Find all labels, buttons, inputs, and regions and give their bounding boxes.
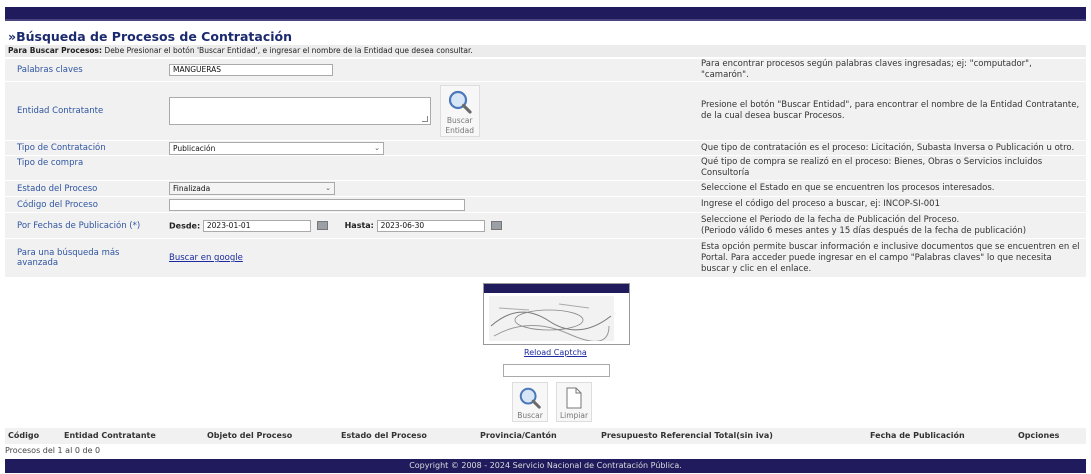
contract-type-label: Tipo de Contratación — [5, 141, 165, 155]
row-entity: Entidad Contratante Buscar Entidad Presi… — [5, 82, 1086, 140]
search-button-label: Buscar — [517, 411, 543, 420]
top-banner-bar — [5, 7, 1086, 21]
code-input[interactable] — [169, 198, 465, 211]
col-fecha: Fecha de Publicación — [870, 431, 965, 440]
status-select[interactable]: Finalizada ⌄ — [169, 182, 335, 195]
row-contract-type: Tipo de Contratación Publicación ⌄ Que ti… — [5, 141, 1086, 155]
clear-button-label: Limpiar — [559, 411, 589, 420]
resize-grip-icon[interactable] — [422, 116, 428, 122]
contract-type-select[interactable]: Publicación ⌄ — [169, 141, 384, 155]
captcha-header-bar — [484, 284, 629, 293]
magnifier-icon — [448, 90, 472, 114]
date-to-label: Hasta: — [344, 221, 374, 230]
clear-button[interactable]: Limpiar — [556, 382, 592, 422]
status-hint: Seleccione el Estado en que se encuentre… — [697, 181, 1086, 196]
captcha-input[interactable] — [503, 364, 610, 377]
calendar-icon[interactable] — [490, 221, 502, 230]
instructions-bold: Para Buscar Procesos: — [8, 46, 103, 55]
col-opciones: Opciones — [1018, 431, 1060, 440]
results-count: Procesos del 1 al 0 de 0 — [5, 446, 101, 455]
row-purchase-type: Tipo de compra Qué tipo de compra se rea… — [5, 156, 1086, 180]
calendar-icon[interactable] — [316, 221, 328, 230]
row-advanced: Para una búsqueda más avanzada Buscar en… — [5, 239, 1086, 277]
entity-textarea[interactable] — [169, 97, 431, 125]
keywords-hint: Para encontrar procesos según palabras c… — [697, 59, 1086, 81]
search-entity-label-1: Buscar — [446, 116, 473, 125]
dates-hint-2: (Periodo válido 6 meses antes y 15 días … — [701, 225, 1027, 236]
advanced-hint: Esta opción permite buscar información e… — [697, 239, 1086, 277]
purchase-type-hint: Qué tipo de compra se realizó en el proc… — [697, 156, 1086, 180]
date-from-label: Desde: — [169, 221, 201, 230]
keywords-label: Palabras claves — [5, 59, 165, 81]
code-label: Código del Proceso — [5, 197, 165, 212]
footer: Copyright © 2008 - 2024 Servicio Naciona… — [5, 459, 1086, 473]
instructions-text: Debe Presionar el botón 'Buscar Entidad'… — [102, 46, 473, 55]
search-form: Palabras claves MANGUERAS Para encontrar… — [5, 58, 1086, 278]
purchase-type-label: Tipo de compra — [5, 156, 165, 180]
search-entity-label-2: Entidad — [445, 126, 475, 135]
magnifier-icon — [519, 387, 541, 409]
col-estado: Estado del Proceso — [341, 431, 427, 440]
status-value: Finalizada — [173, 184, 211, 193]
row-code: Código del Proceso Ingrese el código del… — [5, 197, 1086, 212]
col-provincia: Provincia/Cantón — [480, 431, 557, 440]
dates-label: Por Fechas de Publicación (*) — [5, 213, 165, 238]
entity-label: Entidad Contratante — [5, 82, 165, 140]
entity-hint: Presione el botón "Buscar Entidad", para… — [697, 82, 1086, 140]
search-entity-button[interactable]: Buscar Entidad — [439, 85, 480, 137]
instructions: Para Buscar Procesos: Debe Presionar el … — [5, 45, 1086, 57]
col-objeto: Objeto del Proceso — [207, 431, 293, 440]
row-dates: Por Fechas de Publicación (*) Desde: 202… — [5, 213, 1086, 238]
page-title: »Búsqueda de Procesos de Contratación — [8, 29, 293, 44]
date-to-input[interactable]: 2023-06-30 — [376, 219, 485, 232]
advanced-label: Para una búsqueda más avanzada — [5, 239, 165, 277]
chevron-down-icon: ⌄ — [374, 143, 380, 152]
col-presupuesto: Presupuesto Referencial Total(sin iva) — [601, 431, 773, 440]
results-table-header: Código Entidad Contratante Objeto del Pr… — [5, 428, 1086, 444]
top-banner — [0, 0, 1091, 26]
captcha-image — [489, 296, 614, 342]
col-codigo: Código — [8, 431, 40, 440]
chevron-down-icon: ⌄ — [325, 184, 331, 192]
search-button[interactable]: Buscar — [512, 382, 548, 422]
status-label: Estado del Proceso — [5, 181, 165, 196]
google-search-link[interactable]: Buscar en google — [169, 253, 243, 263]
contract-type-value: Publicación — [173, 143, 216, 153]
keywords-input[interactable]: MANGUERAS — [169, 64, 333, 76]
captcha-box — [483, 283, 630, 345]
col-entidad: Entidad Contratante — [64, 431, 156, 440]
date-from-input[interactable]: 2023-01-01 — [202, 219, 311, 232]
row-status: Estado del Proceso Finalizada ⌄ Seleccion… — [5, 181, 1086, 196]
row-keywords: Palabras claves MANGUERAS Para encontrar… — [5, 59, 1086, 81]
contract-type-hint: Que tipo de contratación es el proceso: … — [697, 141, 1086, 155]
dates-hint-1: Seleccione el Periodo de la fecha de Pub… — [701, 214, 960, 225]
code-hint: Ingrese el código del proceso a buscar, … — [697, 197, 1086, 212]
reload-captcha-link[interactable]: Reload Captcha — [524, 348, 587, 357]
blank-page-icon — [566, 387, 582, 409]
